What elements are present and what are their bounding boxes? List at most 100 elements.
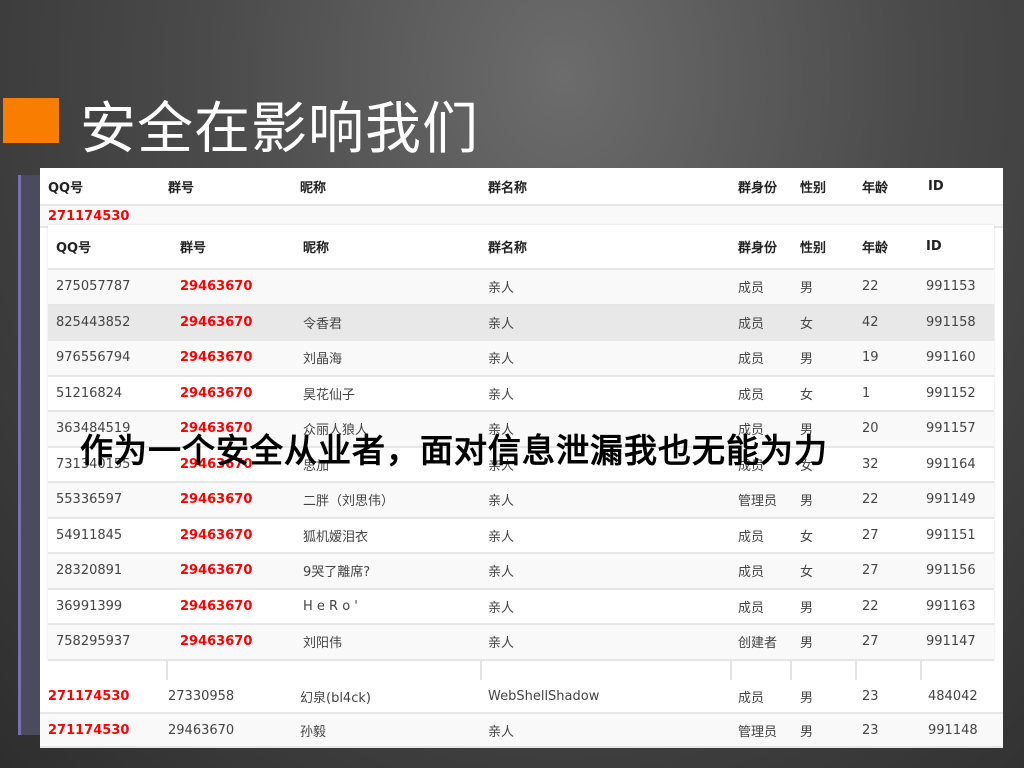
cell-group-number: 29463670 <box>180 598 253 614</box>
header-group-number: 群号 <box>180 241 207 256</box>
table-row: 36991399 29463670 H e R o ' 亲人 成员 男 22 991163 <box>48 589 994 625</box>
cell-gender: 女 <box>800 529 814 545</box>
cell-group-number: 29463670 <box>180 385 253 401</box>
cell-age: 27 <box>862 527 879 543</box>
header-role: 群身份 <box>738 180 778 196</box>
cell-group-name: 亲人 <box>488 352 515 368</box>
cell-gender: 女 <box>800 316 814 332</box>
cell-role: 成员 <box>738 281 765 297</box>
cell-qq: 55336597 <box>56 492 123 508</box>
cell-role: 成员 <box>738 565 765 581</box>
table-header-row: QQ号 群号 昵称 群名称 群身份 性别 年龄 ID <box>48 225 994 270</box>
cell-gender: 男 <box>800 281 814 297</box>
header-qq: QQ号 <box>56 241 92 256</box>
cell-id: 991164 <box>926 456 976 472</box>
table-row: 825443852 29463670 令香君 亲人 成员 女 42 991158 <box>48 305 994 341</box>
cell-nickname: 刘阳伟 <box>303 636 343 652</box>
cell-age: 22 <box>862 492 879 508</box>
cell-qq: 275057787 <box>56 279 131 295</box>
cell-nickname: 令香君 <box>303 316 343 332</box>
cell-id: 484042 <box>928 688 978 704</box>
header-nickname: 昵称 <box>303 241 330 256</box>
cell-gender: 男 <box>800 724 814 740</box>
table-row: 271174530 29463670 孙毅 亲人 管理员 男 23 991148 <box>40 714 1003 748</box>
table-header-row: QQ号 群号 昵称 群名称 群身份 性别 年龄 ID <box>40 168 1003 206</box>
cell-id: 991158 <box>926 314 976 330</box>
table-row: 976556794 29463670 刘晶海 亲人 成员 男 19 991160 <box>48 341 994 377</box>
cell-age: 23 <box>862 722 879 738</box>
header-id: ID <box>928 178 944 194</box>
table-row: 758295937 29463670 刘阳伟 亲人 创建者 男 27 991147 <box>48 625 994 661</box>
cell-age: 42 <box>862 314 879 330</box>
cell-group-number: 29463670 <box>180 279 253 295</box>
cell-nickname: 昊花仙子 <box>303 387 356 403</box>
cell-age: 23 <box>862 688 879 704</box>
cell-group-number: 29463670 <box>180 492 253 508</box>
cell-gender: 女 <box>800 387 814 403</box>
cell-group-name: 亲人 <box>488 316 515 332</box>
cell-age: 19 <box>862 350 879 366</box>
header-group-number: 群号 <box>168 180 195 196</box>
header-group-name: 群名称 <box>488 241 528 256</box>
cell-nickname: 幻泉(bl4ck) <box>300 690 371 706</box>
cell-role: 成员 <box>738 600 765 616</box>
cell-group-number: 27330958 <box>168 688 235 704</box>
cell-group-name: 亲人 <box>488 600 515 616</box>
cell-role: 成员 <box>738 387 765 403</box>
table-row: 271174530 27330958 幻泉(bl4ck) WebShellShadow… <box>40 680 1003 714</box>
cell-gender: 男 <box>800 636 814 652</box>
cell-qq: 271174530 <box>48 208 130 224</box>
cell-age: 27 <box>862 563 879 579</box>
cell-group-number: 29463670 <box>168 722 235 738</box>
header-role: 群身份 <box>738 241 778 256</box>
cell-nickname: 刘晶海 <box>303 352 343 368</box>
cell-gender: 男 <box>800 690 814 706</box>
cell-age: 22 <box>862 279 879 295</box>
cell-qq: 36991399 <box>56 598 123 614</box>
cell-id: 991151 <box>926 527 976 543</box>
cell-qq: 28320891 <box>56 563 123 579</box>
table-row: 54911845 29463670 狐机嫒泪衣 亲人 成员 女 27 991151 <box>48 518 994 554</box>
cell-age: 22 <box>862 598 879 614</box>
header-group-name: 群名称 <box>488 180 528 196</box>
cell-group-name: 亲人 <box>488 387 515 403</box>
cell-qq: 976556794 <box>56 350 131 366</box>
cell-group-name: 亲人 <box>488 529 515 545</box>
slide-caption: 作为一个安全从业者，面对信息泄漏我也无能为力 <box>80 431 828 470</box>
cell-group-name: WebShellShadow <box>488 688 600 704</box>
cell-nickname: 孙毅 <box>300 724 327 740</box>
cell-role: 创建者 <box>738 636 778 652</box>
cell-group-number: 29463670 <box>180 563 253 579</box>
cell-nickname: H e R o ' <box>303 598 358 614</box>
cell-qq: 271174530 <box>48 722 130 738</box>
cell-qq: 825443852 <box>56 314 131 330</box>
cell-group-number: 29463670 <box>180 314 253 330</box>
header-age: 年龄 <box>862 241 889 256</box>
cell-qq: 54911845 <box>56 527 123 543</box>
cell-group-number: 29463670 <box>180 527 253 543</box>
cell-id: 991157 <box>926 421 976 437</box>
cell-id: 991147 <box>926 634 976 650</box>
cell-id: 991148 <box>928 722 978 738</box>
cell-nickname: 狐机嫒泪衣 <box>303 529 369 545</box>
cell-qq: 271174530 <box>48 688 130 704</box>
cell-age: 32 <box>862 456 879 472</box>
cell-age: 27 <box>862 634 879 650</box>
cell-role: 成员 <box>738 352 765 368</box>
cell-group-name: 亲人 <box>488 636 515 652</box>
header-gender: 性别 <box>800 241 827 256</box>
cell-gender: 男 <box>800 352 814 368</box>
header-qq: QQ号 <box>48 180 84 196</box>
title-accent-square <box>3 98 59 143</box>
cell-role: 成员 <box>738 316 765 332</box>
window-edge <box>18 175 40 735</box>
cell-group-name: 亲人 <box>488 494 515 510</box>
cell-role: 管理员 <box>738 494 778 510</box>
cell-group-name: 亲人 <box>488 724 515 740</box>
header-age: 年龄 <box>862 180 889 196</box>
cell-group-number: 29463670 <box>180 634 253 650</box>
cell-gender: 女 <box>800 565 814 581</box>
table-row: 55336597 29463670 二胖（刘思伟） 亲人 管理员 男 22 991149 <box>48 483 994 519</box>
table-row: 28320891 29463670 9哭了離席? 亲人 成员 女 27 991156 <box>48 554 994 590</box>
cell-role: 管理员 <box>738 724 778 740</box>
